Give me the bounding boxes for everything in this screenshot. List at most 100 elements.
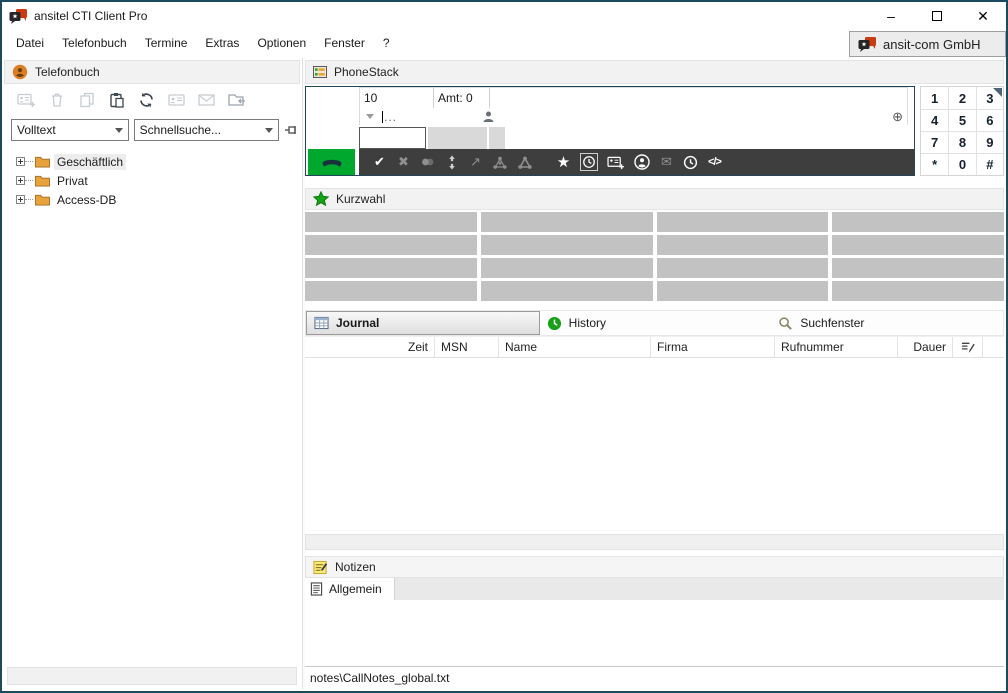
refresh-icon[interactable] (136, 90, 157, 110)
email-icon[interactable] (196, 90, 217, 110)
history-icon[interactable] (683, 155, 698, 170)
expand-plus-icon[interactable] (16, 195, 25, 204)
col-name[interactable]: Name (499, 337, 651, 357)
speed-dial-button[interactable] (481, 212, 653, 232)
dial-input[interactable]: ... (384, 110, 397, 124)
tab-suchfenster[interactable]: Suchfenster (771, 311, 1003, 335)
tree-item-access-db[interactable]: Access-DB (16, 190, 300, 209)
transfer-icon[interactable] (444, 155, 459, 170)
keypad-2[interactable]: 2 (948, 87, 975, 109)
call-tab-active[interactable] (359, 127, 426, 149)
menu-telefonbuch[interactable]: Telefonbuch (53, 32, 136, 54)
call-tab[interactable] (428, 127, 487, 149)
forward-icon[interactable]: ↗ (468, 154, 483, 170)
email-icon[interactable]: ✉ (659, 154, 674, 170)
keypad-star[interactable]: * (921, 153, 948, 175)
title-bar: ansitel CTI Client Pro – ✕ (2, 2, 1006, 30)
speed-dial-button[interactable] (832, 212, 1004, 232)
handset-icon (321, 156, 343, 168)
phone-line-box: 10 Amt: 0 ... ⊕ (305, 86, 915, 176)
dial-button[interactable] (308, 149, 355, 175)
copy-icon[interactable] (76, 90, 97, 110)
col-rufnummer[interactable]: Rufnummer (775, 337, 898, 357)
close-button[interactable]: ✕ (960, 2, 1006, 30)
speed-dial-button[interactable] (305, 235, 477, 255)
speed-dial-button[interactable] (657, 212, 829, 232)
horizontal-splitter[interactable] (305, 534, 1004, 550)
speed-dial-button[interactable] (657, 281, 829, 301)
keypad-1[interactable]: 1 (921, 87, 948, 109)
speed-dial-button[interactable] (481, 281, 653, 301)
speed-dial-button[interactable] (832, 235, 1004, 255)
col-firma[interactable]: Firma (651, 337, 775, 357)
journal-tabstrip: Journal History Suchfenster (305, 310, 1004, 336)
speed-dial-button[interactable] (305, 258, 477, 278)
keypad-3[interactable]: 3 (976, 87, 1003, 109)
folder-icon (35, 193, 50, 206)
phonestack-header: PhoneStack (305, 60, 1004, 84)
col-msn[interactable]: MSN (435, 337, 499, 357)
keypad-hash[interactable]: # (976, 153, 1003, 175)
keypad-6[interactable]: 6 (976, 109, 1003, 131)
speed-dial-button[interactable] (657, 235, 829, 255)
expand-plus-icon[interactable] (16, 157, 25, 166)
speed-dial-button[interactable] (305, 281, 477, 301)
speed-dial-button[interactable] (481, 258, 653, 278)
number-dropdown-icon[interactable] (366, 114, 374, 119)
quick-search-select[interactable]: Schnellsuche... (134, 119, 279, 141)
delete-icon[interactable] (46, 90, 67, 110)
tree-item-label: Privat (54, 173, 91, 189)
add-contact-icon[interactable] (607, 155, 625, 170)
menu-termine[interactable]: Termine (136, 32, 197, 54)
col-dauer[interactable]: Dauer (898, 337, 953, 357)
speed-dial-button[interactable] (832, 258, 1004, 278)
brand-button[interactable]: ansit-com GmbH (849, 31, 1006, 57)
tree-item-geschaeftlich[interactable]: Geschäftlich (16, 152, 300, 171)
code-icon[interactable]: </> (707, 156, 722, 168)
call-tab-small[interactable] (489, 127, 505, 149)
conference-add-icon[interactable] (492, 155, 508, 170)
timer-icon[interactable] (580, 153, 598, 171)
phonebook-toolbar (4, 84, 300, 116)
menu-hilfe[interactable]: ? (374, 32, 399, 54)
keypad-7[interactable]: 7 (921, 131, 948, 153)
keypad-4[interactable]: 4 (921, 109, 948, 131)
tab-history[interactable]: History (540, 311, 772, 335)
tab-allgemein[interactable]: Allgemein (305, 578, 395, 600)
add-contact-icon[interactable] (16, 90, 37, 110)
conference-icon[interactable] (517, 155, 533, 170)
notes-body[interactable] (305, 600, 1004, 666)
edit-list-icon[interactable] (953, 337, 983, 357)
add-line-icon[interactable]: ⊕ (892, 109, 903, 125)
hold-icon[interactable] (420, 156, 435, 168)
maximize-button[interactable] (914, 2, 960, 30)
expand-plus-icon[interactable] (16, 176, 25, 185)
keypad-8[interactable]: 8 (948, 131, 975, 153)
pin-icon[interactable] (284, 123, 300, 137)
contact-card-icon[interactable] (166, 90, 187, 110)
speed-dial-button[interactable] (832, 281, 1004, 301)
speed-dial-button[interactable] (481, 235, 653, 255)
hangup-icon[interactable]: ✖ (396, 154, 411, 170)
minimize-button[interactable]: – (868, 2, 914, 30)
menu-fenster[interactable]: Fenster (315, 32, 374, 54)
tab-journal[interactable]: Journal (306, 311, 540, 335)
keypad-0[interactable]: 0 (948, 153, 975, 175)
menu-datei[interactable]: Datei (7, 32, 53, 54)
line-info-box: 10 Amt: 0 ... ⊕ (359, 87, 908, 125)
favorites-icon[interactable]: ★ (556, 153, 571, 171)
import-folder-icon[interactable] (226, 90, 247, 110)
col-zeit[interactable]: Zeit (305, 337, 435, 357)
speed-dial-button[interactable] (657, 258, 829, 278)
speed-dial-button[interactable] (305, 212, 477, 232)
keypad-9[interactable]: 9 (976, 131, 1003, 153)
tree-item-privat[interactable]: Privat (16, 171, 300, 190)
menu-extras[interactable]: Extras (196, 32, 248, 54)
fulltext-select[interactable]: Volltext (11, 119, 129, 141)
paste-icon[interactable] (106, 90, 127, 110)
contact-icon[interactable] (634, 154, 650, 170)
keypad-5[interactable]: 5 (948, 109, 975, 131)
journal-table-body[interactable] (305, 358, 1004, 534)
accept-call-icon[interactable]: ✔ (372, 154, 387, 170)
menu-optionen[interactable]: Optionen (248, 32, 315, 54)
